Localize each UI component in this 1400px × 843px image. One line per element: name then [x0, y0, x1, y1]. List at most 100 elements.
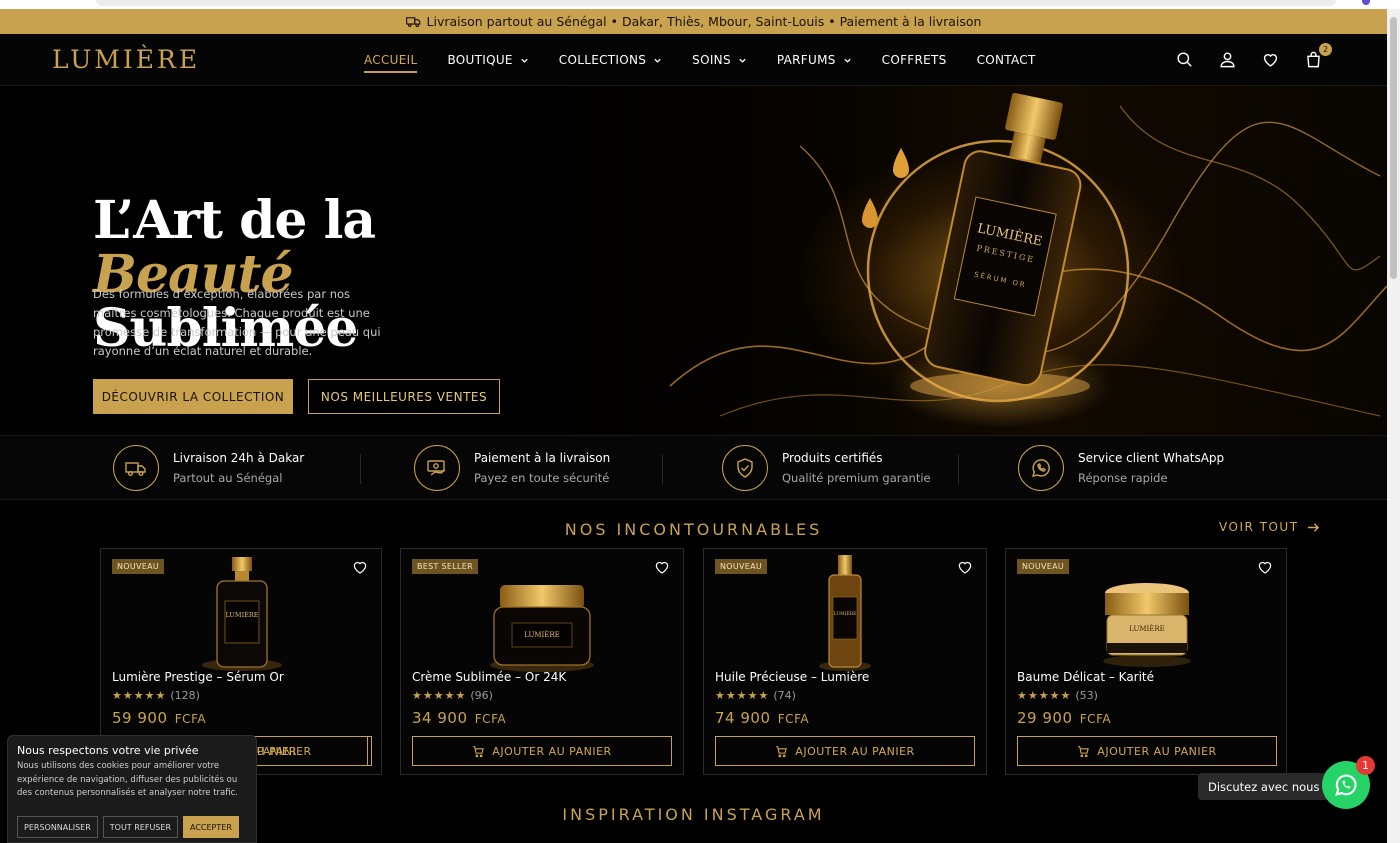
golden-serum-illustration: LUMIÈRE PRESTIGE SÉRUM OR — [669, 92, 1387, 417]
product-name[interactable]: Baume Délicat – Karité — [1017, 670, 1154, 684]
heart-icon[interactable] — [1261, 50, 1280, 69]
cart-icon — [776, 745, 788, 757]
product-name[interactable]: Crème Sublimée – Or 24K — [412, 670, 566, 684]
product-card[interactable]: NOUVEAU LUMIÈRE Huile Précieuse – Lumièr… — [703, 548, 987, 775]
nav-item-parfums[interactable]: PARFUMS — [777, 34, 852, 86]
nav-label: PARFUMS — [776, 53, 836, 67]
browser-indicator — [1362, 0, 1370, 5]
feature-icon-circle — [414, 445, 460, 491]
hero-title-line1: L’Art de la — [93, 190, 376, 251]
shield-check-icon — [737, 458, 753, 478]
main-nav: ACCUEIL BOUTIQUE COLLECTIONS SOINS PARFU… — [364, 34, 1066, 86]
nav-item-contact[interactable]: CONTACT — [977, 34, 1036, 86]
product-price: 29 900 FCFA — [1017, 709, 1111, 727]
chevron-down-icon — [739, 58, 746, 63]
product-card[interactable]: BEST SELLER LUMIÈRE Crème Sublimée – Or … — [400, 548, 684, 775]
wishlist-heart-icon[interactable] — [653, 558, 671, 576]
best-sellers-button[interactable]: NOS MEILLEURES VENTES — [308, 379, 500, 414]
add-to-cart-button[interactable]: AJOUTER AU PANIER — [1017, 736, 1277, 766]
product-name[interactable]: Huile Précieuse – Lumière — [715, 670, 869, 684]
nav-item-collections[interactable]: COLLECTIONS — [559, 34, 662, 86]
feature-divider — [360, 454, 361, 484]
cookie-refuse-button[interactable]: TOUT REFUSER — [102, 816, 178, 838]
feature-payment: Paiement à la livraison Payez en toute sé… — [414, 445, 610, 491]
rating-stars: ★★★★★ — [1017, 689, 1072, 702]
rating-stars: ★★★★★ — [112, 689, 167, 702]
nav-item-boutique[interactable]: BOUTIQUE — [447, 34, 528, 86]
nav-item-coffrets[interactable]: COFFRETS — [882, 34, 947, 86]
product-image-balm-tin: LUMIÈRE — [1103, 583, 1191, 667]
arrow-right-icon — [1307, 522, 1319, 532]
user-icon[interactable] — [1218, 50, 1237, 69]
cart-icon — [473, 745, 485, 757]
feature-subtitle: Qualité premium garantie — [782, 471, 931, 485]
feature-icon-circle — [1018, 445, 1064, 491]
see-all-link[interactable]: VOIR TOUT — [1219, 520, 1320, 534]
price-value: 34 900 — [412, 709, 468, 727]
header-icons: 2 — [1175, 43, 1332, 69]
product-price: 74 900 FCFA — [715, 709, 809, 727]
cart-count-badge: 2 — [1319, 43, 1332, 56]
cookie-accept-button[interactable]: ACCEPTER — [183, 816, 239, 838]
browser-tab-strip — [96, 0, 1336, 6]
product-badge: BEST SELLER — [412, 559, 479, 574]
review-count: (96) — [470, 689, 493, 702]
product-rating: ★★★★★ (96) — [412, 689, 493, 702]
feature-delivery: Livraison 24h à Dakar Partout au Sénégal — [113, 445, 304, 491]
promo-bar: Livraison partout au Sénégal • Dakar, Th… — [0, 9, 1387, 34]
see-all-label: VOIR TOUT — [1219, 520, 1299, 534]
feature-title: Paiement à la livraison — [474, 451, 611, 465]
product-badge: NOUVEAU — [715, 559, 768, 574]
review-count: (74) — [773, 689, 796, 702]
whatsapp-icon — [1335, 774, 1357, 796]
cookie-title: Nous respectons votre vie privée — [17, 744, 199, 757]
hero-product-image: LUMIÈRE PRESTIGE SÉRUM OR — [520, 86, 1387, 435]
products-section-title: NOS INCONTOURNABLES — [564, 520, 823, 539]
cart-icon — [1078, 745, 1090, 757]
search-icon[interactable] — [1175, 50, 1194, 69]
feature-title: Livraison 24h à Dakar — [173, 451, 305, 465]
product-image-serum-bottle: LUMIÈRE — [202, 557, 282, 671]
feature-title: Produits certifiés — [782, 451, 883, 465]
add-to-cart-label: AJOUTER AU PANIER — [492, 744, 612, 758]
wishlist-heart-icon[interactable] — [351, 558, 369, 576]
nav-label: COFFRETS — [881, 53, 947, 67]
scrollbar-thumb[interactable] — [1390, 17, 1397, 279]
product-card[interactable]: NOUVEAU LUMIÈRE Baume Délicat – Karité ★… — [1005, 548, 1287, 775]
cookie-actions: PERSONNALISER TOUT REFUSER ACCEPTER — [17, 816, 239, 838]
wishlist-heart-icon[interactable] — [956, 558, 974, 576]
cart-button[interactable]: 2 — [1304, 43, 1332, 69]
chevron-down-icon — [521, 58, 528, 63]
product-image-oil-bottle: LUMIÈRE — [819, 555, 871, 671]
add-to-cart-button[interactable]: AJOUTER AU PANIER — [715, 736, 975, 766]
brand-logo[interactable]: LUMIÈRE — [52, 45, 200, 74]
nav-label: CONTACT — [976, 53, 1036, 67]
add-to-cart-button-partial[interactable]: PANIER — [257, 736, 368, 766]
product-price: 59 900 FCFA — [112, 709, 206, 727]
feature-whatsapp: Service client WhatsApp Réponse rapide — [1018, 445, 1224, 491]
chevron-down-icon — [844, 58, 851, 63]
rating-stars: ★★★★★ — [715, 689, 770, 702]
review-count: (128) — [170, 689, 200, 702]
feature-icon-circle — [722, 445, 768, 491]
hero-description: Des formules d’exception, élaborées par … — [93, 287, 381, 358]
discover-collection-button[interactable]: DÉCOUVRIR LA COLLECTION — [93, 379, 293, 414]
cookie-customize-button[interactable]: PERSONNALISER — [17, 816, 98, 838]
price-value: 74 900 — [715, 709, 771, 727]
nav-item-soins[interactable]: SOINS — [692, 34, 747, 86]
nav-item-accueil[interactable]: ACCUEIL — [364, 34, 418, 86]
price-value: 29 900 — [1017, 709, 1073, 727]
delivery-truck-icon — [125, 462, 146, 476]
feature-title: Service client WhatsApp — [1078, 451, 1225, 465]
add-to-cart-label: AJOUTER AU PANIER — [1097, 744, 1217, 758]
price-currency: FCFA — [174, 712, 207, 726]
add-to-cart-button[interactable]: AJOUTER AU PANIER — [412, 736, 672, 766]
page-scrollbar[interactable] — [1387, 9, 1400, 843]
product-rating: ★★★★★ (128) — [112, 689, 200, 702]
wishlist-heart-icon[interactable] — [1256, 558, 1274, 576]
product-price: 34 900 FCFA — [412, 709, 506, 727]
feature-subtitle: Partout au Sénégal — [173, 471, 283, 485]
cookie-description: Nous utilisons des cookies pour améliore… — [17, 761, 238, 798]
product-name[interactable]: Lumière Prestige – Sérum Or — [112, 670, 284, 684]
chat-label[interactable]: Discutez avec nous — [1198, 773, 1330, 800]
